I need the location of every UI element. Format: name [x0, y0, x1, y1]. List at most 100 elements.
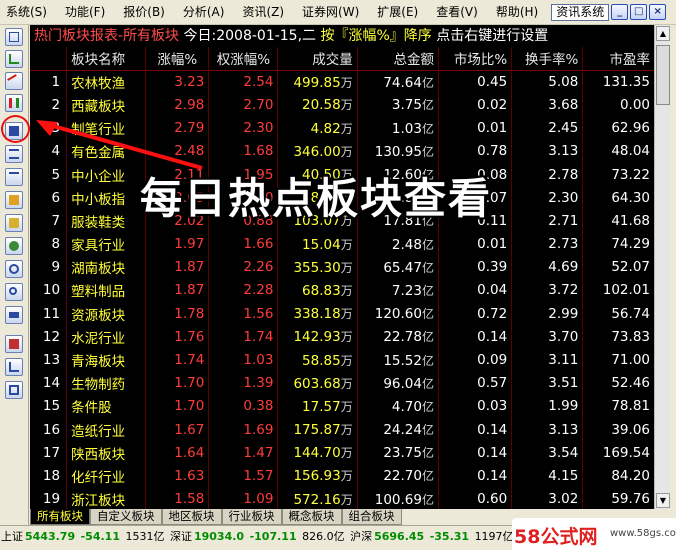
watermark-logo: 58公式网 — [514, 526, 598, 548]
unit-label: 万 — [340, 144, 353, 159]
close-icon[interactable]: × — [649, 4, 667, 20]
market-share-value: 0.04 — [438, 278, 513, 303]
pe-value-text: 169.54 — [602, 444, 650, 461]
menu-news[interactable]: 资讯(Z) — [233, 0, 293, 25]
users-icon[interactable] — [5, 237, 23, 255]
pe-value-text: 78.81 — [611, 398, 650, 415]
weighted-change-value-text: 2.30 — [243, 120, 274, 137]
table-row[interactable]: 13 青海板块 1.74 1.03 58.85万 15.52亿 0.09 3.11 71.00 — [30, 348, 654, 372]
menu-system[interactable]: 系统(S) — [0, 0, 56, 25]
turnover-value: 3.68 — [511, 93, 584, 117]
tab-combo-boards[interactable]: 组合板块 — [341, 509, 402, 525]
scroll-thumb[interactable] — [656, 45, 670, 105]
scroll-down-icon[interactable]: ▼ — [656, 493, 670, 508]
pe-value: 39.06 — [583, 418, 654, 441]
tab-industry-boards[interactable]: 行业板块 — [221, 509, 282, 525]
table-row[interactable]: 12 水泥行业 1.76 1.74 142.93万 22.78亿 0.14 3.70 73.83 — [30, 325, 654, 349]
turnover-value: 2.78 — [511, 162, 584, 187]
board-name-text: 浙江板块 — [71, 493, 126, 509]
col-market-share-header[interactable]: 市场比% — [438, 47, 513, 71]
volume-value-text: 20.58 — [302, 97, 341, 114]
info-icon[interactable] — [5, 260, 23, 278]
menu-view[interactable]: 查看(V) — [427, 0, 487, 25]
weighted-change-value-text: 1.47 — [243, 444, 274, 461]
table-row[interactable]: 14 生物制药 1.70 1.39 603.68万 96.04亿 0.57 3.51 52.46 — [30, 371, 654, 395]
menu-bar: 系统(S) 功能(F) 报价(B) 分析(A) 资讯(Z) 证券网(W) 扩展(… — [0, 0, 676, 25]
col-weighted-change-header[interactable]: 权涨幅% — [208, 47, 279, 71]
market-share-value: 0.14 — [438, 325, 513, 349]
scroll-up-icon[interactable]: ▲ — [656, 26, 670, 41]
menu-function[interactable]: 功能(F) — [56, 0, 114, 25]
row-index: 12 — [30, 325, 68, 349]
table-row[interactable]: 15 条件股 1.70 0.38 17.57万 4.70亿 0.03 1.99 78.81 — [30, 394, 654, 418]
board-name: 陕西板块 — [66, 441, 147, 465]
col-volume-header[interactable]: 成交量 — [277, 47, 358, 71]
table-icon[interactable] — [5, 145, 23, 163]
window-icon[interactable] — [5, 381, 23, 399]
f10-icon[interactable] — [5, 306, 23, 324]
volume-value-text: 142.93 — [293, 329, 341, 346]
table-row[interactable]: 10 塑料制品 1.87 2.28 68.83万 7.23亿 0.04 3.72 102.01 — [30, 278, 654, 303]
weighted-change-value: 2.26 — [208, 255, 279, 279]
col-turnover-header[interactable]: 换手率% — [511, 47, 584, 71]
calc-icon[interactable] — [5, 335, 23, 353]
table-row[interactable]: 2 西藏板块 2.98 2.70 20.58万 3.75亿 0.02 3.68 0.00 — [30, 93, 654, 117]
tab-concept-boards[interactable]: 概念板块 — [281, 509, 342, 525]
col-index-header[interactable] — [30, 47, 68, 71]
minimize-icon[interactable]: _ — [611, 4, 629, 20]
col-change-header[interactable]: 涨幅% — [145, 47, 210, 71]
report-sort[interactable]: 按『涨幅%』降序 — [321, 28, 432, 44]
weighted-change-value: 0.38 — [208, 394, 279, 418]
list-icon[interactable] — [5, 168, 23, 186]
table-row[interactable]: 8 家具行业 1.97 1.66 15.04万 2.48亿 0.01 2.73 74.29 — [30, 232, 654, 256]
tab-custom-boards[interactable]: 自定义板块 — [90, 509, 162, 525]
search-icon[interactable] — [5, 283, 23, 301]
candle-icon[interactable] — [5, 94, 23, 112]
change-value: 2.98 — [145, 93, 210, 117]
pe-value: 73.22 — [583, 163, 654, 186]
table-row[interactable]: 17 陕西板块 1.64 1.47 144.70万 23.75亿 0.14 3.54 169.5… — [30, 441, 654, 465]
table-row[interactable]: 19 浙江板块 1.58 1.09 572.16万 100.69亿 0.60 3.02 59.7… — [30, 487, 654, 509]
edit-icon[interactable] — [5, 358, 23, 376]
menu-extend[interactable]: 扩展(E) — [368, 0, 427, 25]
amount-value-text: 4.70 — [391, 398, 422, 415]
col-pe-header[interactable]: 市盈率 — [582, 47, 654, 71]
folder-icon[interactable] — [5, 214, 23, 232]
weighted-change-value-text: 1.39 — [243, 375, 274, 392]
change-value: 1.97 — [145, 232, 210, 256]
unit-label: 亿 — [421, 492, 434, 507]
table-row[interactable]: 11 资源板块 1.78 1.56 338.18万 120.60亿 0.72 2.99 56.7… — [30, 302, 654, 326]
trend-icon[interactable] — [5, 72, 23, 90]
menu-quote[interactable]: 报价(B) — [114, 0, 174, 25]
table-row[interactable]: 18 化纤行业 1.63 1.57 156.93万 22.70亿 0.14 4.15 84.20 — [30, 464, 654, 488]
menu-analysis[interactable]: 分析(A) — [174, 0, 234, 25]
volume-value-text: 156.93 — [293, 468, 341, 485]
col-name-header[interactable]: 板块名称 — [66, 47, 147, 71]
unit-label: 亿 — [421, 446, 434, 461]
tab-all-boards[interactable]: 所有板块 — [30, 509, 90, 525]
menu-securities-web[interactable]: 证券网(W) — [293, 0, 368, 25]
table-row[interactable]: 1 农林牧渔 3.23 2.54 499.85万 74.64亿 0.45 5.08 131.35 — [30, 70, 654, 94]
unit-label: 万 — [340, 469, 353, 484]
quote-icon[interactable] — [5, 28, 23, 46]
tab-region-boards[interactable]: 地区板块 — [161, 509, 222, 525]
turnover-value: 3.02 — [511, 487, 584, 509]
menu-help[interactable]: 帮助(H) — [487, 0, 547, 25]
chart-icon[interactable] — [5, 50, 23, 68]
market-share-value-text: 0.78 — [477, 143, 508, 160]
amount-value-text: 3.75 — [391, 97, 422, 114]
weighted-change-value: 2.70 — [208, 93, 279, 117]
volume-value: 338.18万 — [277, 302, 358, 326]
col-amount-header[interactable]: 总金额 — [357, 47, 440, 71]
table-row[interactable]: 9 湖南板块 1.87 2.26 355.30万 65.47亿 0.39 4.69 52.07 — [30, 255, 654, 279]
volume-value: 58.85万 — [277, 348, 358, 372]
news-system-button[interactable]: 资讯系统 — [551, 3, 610, 21]
vertical-scrollbar[interactable]: ▲ ▼ — [654, 25, 670, 509]
change-value: 1.67 — [145, 418, 210, 442]
maximize-icon[interactable]: □ — [630, 4, 648, 20]
news-icon[interactable] — [5, 191, 23, 209]
market-share-value: 0.14 — [438, 418, 513, 442]
board-name: 水泥行业 — [66, 325, 147, 349]
highlight-circle — [1, 115, 30, 143]
table-row[interactable]: 16 造纸行业 1.67 1.69 175.87万 24.24亿 0.14 3.13 39.06 — [30, 418, 654, 442]
